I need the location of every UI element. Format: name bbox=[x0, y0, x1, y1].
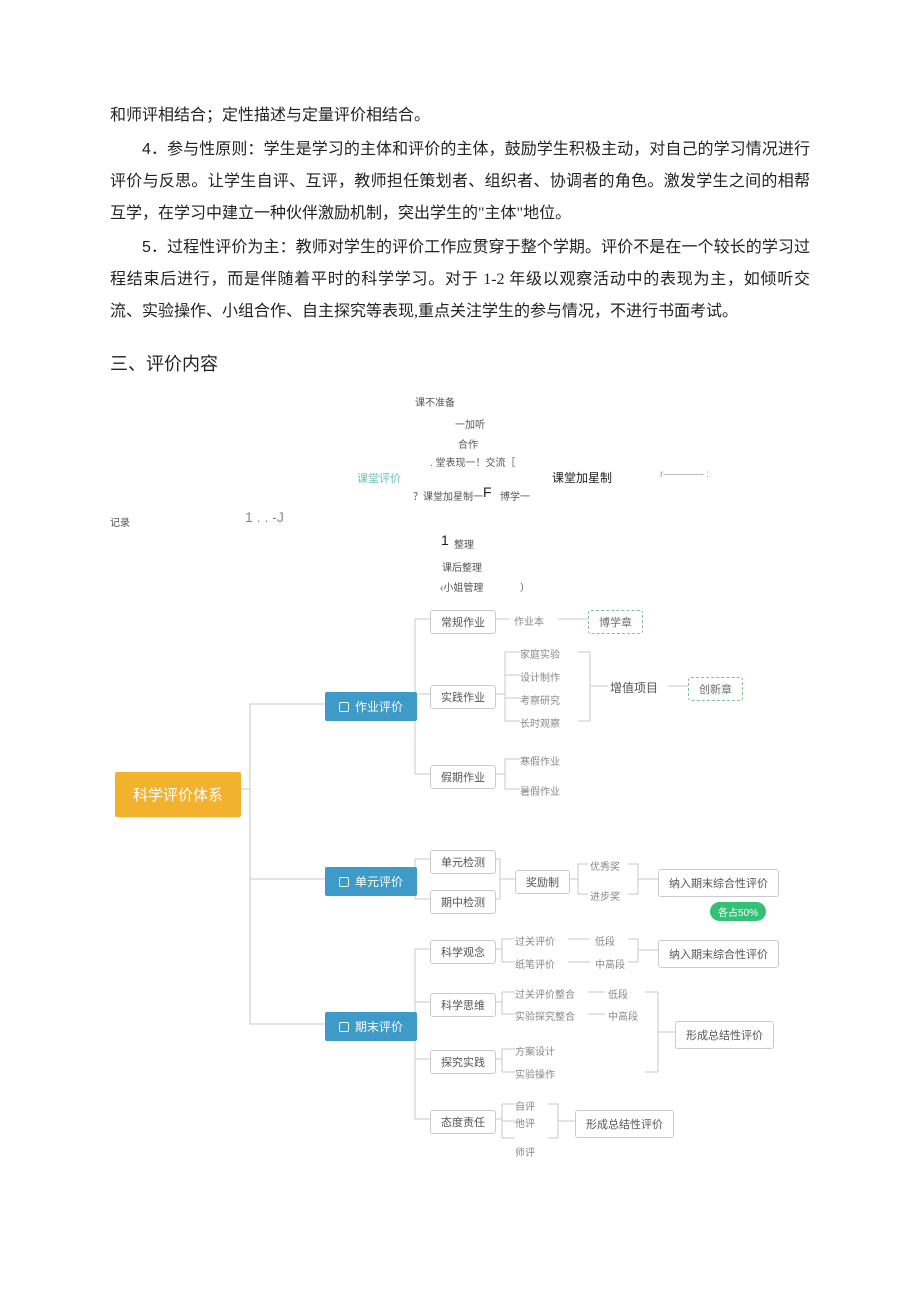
low-grade-tag-2: 低段 bbox=[608, 986, 628, 1001]
homework-eval-node: 作业评价 bbox=[325, 692, 417, 721]
summative-result-node-2: 形成总结性评价 bbox=[575, 1110, 674, 1138]
paragraph-continuation: 和师评相结合；定性描述与定量评价相结合。 bbox=[110, 100, 810, 132]
workbook-leaf: 作业本 bbox=[514, 613, 544, 628]
peer-eval-leaf: 他评 bbox=[515, 1115, 535, 1130]
innovation-badge: 创新章 bbox=[688, 677, 743, 701]
science-thinking-node: 科学思维 bbox=[430, 993, 496, 1017]
fragment-text: 合作 bbox=[458, 436, 478, 451]
value-add-label: 增值项目 bbox=[610, 679, 658, 696]
node-label: 作业评价 bbox=[355, 698, 403, 715]
fragment-text: 1 . . -J bbox=[245, 509, 284, 525]
mid-high-grade-tag: 中高段 bbox=[595, 956, 625, 971]
exp-explore-integrate-leaf: 实验探究整合 bbox=[515, 1008, 575, 1023]
pass-eval-integrate-leaf: 过关评价整合 bbox=[515, 986, 575, 1001]
investigate-leaf: 考察研究 bbox=[520, 692, 560, 707]
item-number-5: 5 bbox=[142, 239, 151, 256]
science-concept-node: 科学观念 bbox=[430, 940, 496, 964]
document-page: 和师评相结合；定性描述与定量评价相结合。 4．参与性原则：学生是学习的主体和评价… bbox=[0, 0, 920, 1301]
explore-practice-node: 探究实践 bbox=[430, 1050, 496, 1074]
experiment-op-leaf: 实验操作 bbox=[515, 1066, 555, 1081]
fragment-text: 整理 bbox=[454, 536, 474, 551]
low-grade-tag: 低段 bbox=[595, 933, 615, 948]
mid-high-grade-tag-2: 中高段 bbox=[608, 1008, 638, 1023]
node-bullet-icon bbox=[339, 702, 349, 712]
attitude-node: 态度责任 bbox=[430, 1110, 496, 1134]
long-observe-leaf: 长时观察 bbox=[520, 715, 560, 730]
final-eval-node: 期末评价 bbox=[325, 1012, 417, 1041]
plan-design-leaf: 方案设计 bbox=[515, 1043, 555, 1058]
fragment-text: . 堂表现一！交流［ bbox=[430, 454, 516, 469]
paragraph-4: 4．参与性原则：学生是学习的主体和评价的主体，鼓励学生积极主动，对自己的学习情况… bbox=[110, 134, 810, 230]
practice-hw-node: 实践作业 bbox=[430, 685, 496, 709]
node-label: 单元评价 bbox=[355, 873, 403, 890]
record-label: 记录 bbox=[110, 514, 130, 529]
summer-hw-leaf: 暑假作业 bbox=[520, 783, 560, 798]
self-eval-leaf: 自评 bbox=[515, 1098, 535, 1113]
home-experiment-leaf: 家庭实验 bbox=[520, 646, 560, 661]
progress-leaf: 进步奖 bbox=[590, 888, 620, 903]
unit-eval-node: 单元评价 bbox=[325, 867, 417, 896]
classroom-eval-label: 课堂评价 bbox=[357, 470, 401, 486]
teacher-eval-leaf: 师评 bbox=[515, 1144, 535, 1159]
into-final-comp-node: 纳入期末综合性评价 bbox=[658, 869, 779, 897]
fragment-text: 博学一 bbox=[500, 488, 530, 503]
fifty-percent-pill: 各占50% bbox=[710, 902, 766, 921]
pass-eval-leaf: 过关评价 bbox=[515, 933, 555, 948]
vacation-hw-node: 假期作业 bbox=[430, 765, 496, 789]
fragment-text: r———— : bbox=[660, 469, 709, 480]
fragment-text: ‹小姐管理 bbox=[440, 579, 483, 594]
unit-test-node: 单元检测 bbox=[430, 850, 496, 874]
winter-hw-leaf: 寒假作业 bbox=[520, 753, 560, 768]
design-make-leaf: 设计制作 bbox=[520, 669, 560, 684]
item-number-4: 4 bbox=[142, 141, 151, 158]
summative-result-node: 形成总结性评价 bbox=[675, 1021, 774, 1049]
into-final-comp-node-2: 纳入期末综合性评价 bbox=[658, 940, 779, 968]
node-bullet-icon bbox=[339, 1022, 349, 1032]
star-system-label: 课堂加星制 bbox=[552, 469, 612, 486]
fragment-text: 1 bbox=[441, 532, 449, 548]
reward-node: 奖励制 bbox=[515, 870, 570, 894]
paragraph-5-text: ．过程性评价为主：教师对学生的评价工作应贯穿于整个学期。评价不是在一个较长的学习… bbox=[110, 239, 810, 320]
fragment-text: 课不准备 bbox=[415, 394, 455, 409]
section-heading-3: 三、评价内容 bbox=[110, 350, 810, 376]
midterm-test-node: 期中检测 bbox=[430, 890, 496, 914]
node-label: 期末评价 bbox=[355, 1018, 403, 1035]
fragment-text: F bbox=[483, 484, 492, 500]
mindmap-diagram: 课不准备 一加听 合作 . 堂表现一！交流［ 课堂评价 课堂加星制 r———— … bbox=[110, 394, 810, 1164]
paragraph-5: 5．过程性评价为主：教师对学生的评价工作应贯穿于整个学期。评价不是在一个较长的学… bbox=[110, 232, 810, 328]
excellent-leaf: 优秀奖 bbox=[590, 858, 620, 873]
node-bullet-icon bbox=[339, 877, 349, 887]
root-node: 科学评价体系 bbox=[115, 772, 241, 817]
routine-hw-node: 常规作业 bbox=[430, 610, 496, 634]
fragment-text: 一加听 bbox=[455, 416, 485, 431]
fragment-text: 课后整理 bbox=[442, 559, 482, 574]
paragraph-4-text: ．参与性原则：学生是学习的主体和评价的主体，鼓励学生积极主动，对自己的学习情况进… bbox=[110, 141, 810, 222]
scholar-badge: 博学章 bbox=[588, 610, 643, 634]
fragment-text: ？课堂加星制一 bbox=[413, 488, 483, 503]
fragment-text: ） bbox=[520, 579, 530, 594]
paper-eval-leaf: 纸笔评价 bbox=[515, 956, 555, 971]
